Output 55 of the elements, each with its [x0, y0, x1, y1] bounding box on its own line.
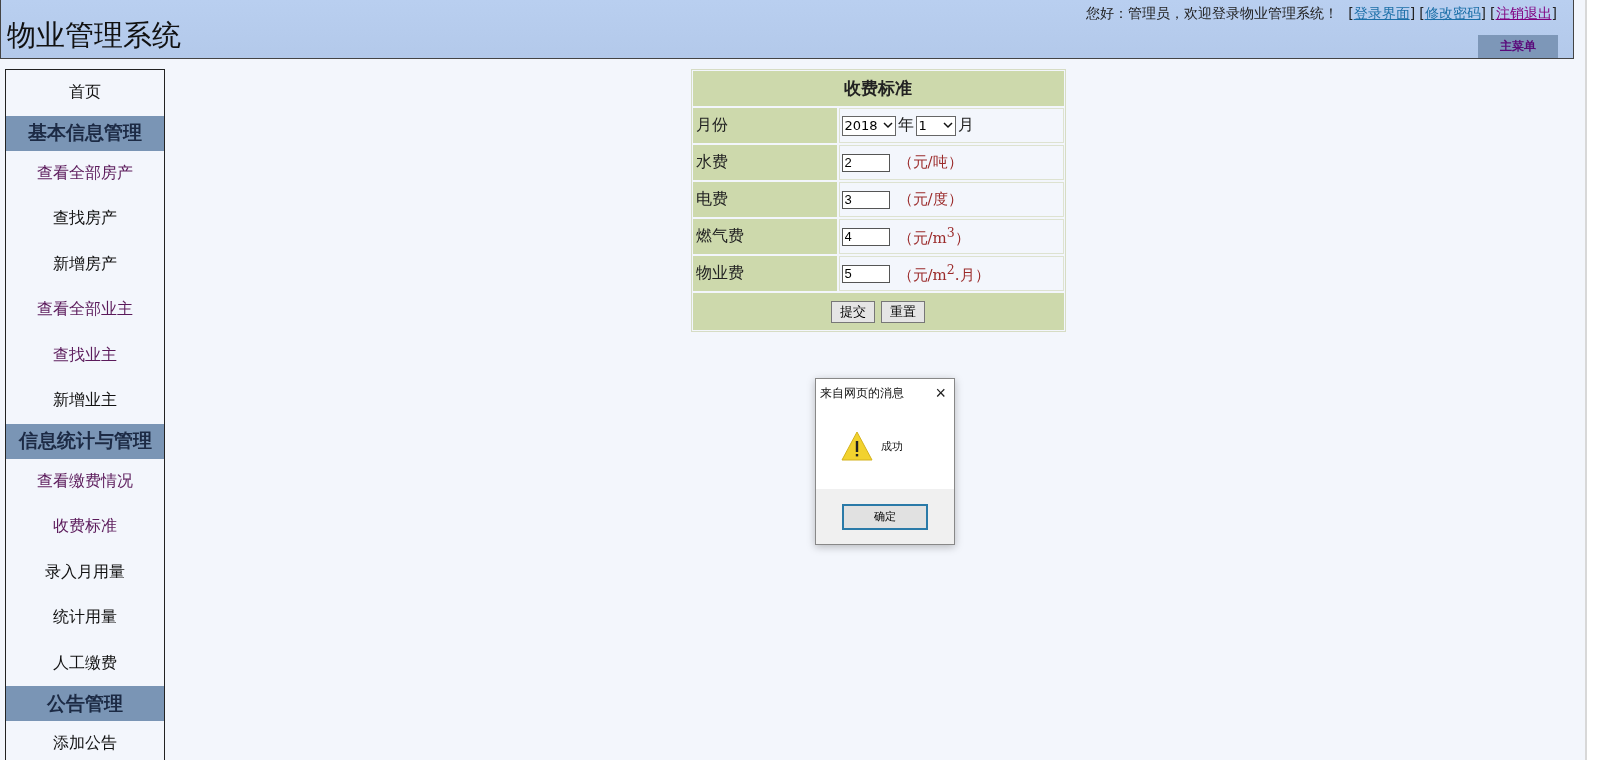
field-label: 月份: [692, 108, 837, 143]
input-field[interactable]: 2: [841, 153, 890, 172]
sidebar-link[interactable]: 录入月用量: [6, 549, 164, 595]
bracket-mark: ]: [1480, 5, 1487, 21]
unit-text: （元/m$^{3}$）: [897, 225, 970, 248]
header-link[interactable]: 修改密码: [1424, 5, 1481, 21]
month-select[interactable]: 1: [915, 115, 956, 136]
unit-text: （元/吨）: [897, 153, 963, 172]
close-button[interactable]: ×: [931, 382, 950, 404]
input-field[interactable]: 3: [841, 190, 890, 209]
sidebar-link[interactable]: 查看全部业主: [6, 287, 164, 333]
bracket-mark: ]: [1409, 5, 1416, 21]
sidebar-link[interactable]: 查找房产: [6, 196, 164, 242]
main-menu-button[interactable]: 主菜单: [1478, 35, 1558, 58]
dialog-message: 成功: [881, 438, 903, 454]
form-button[interactable]: 提交: [831, 300, 875, 323]
app-title: 物业管理系统: [6, 17, 181, 54]
warning-icon: [841, 431, 873, 461]
sidebar-section-header: 信息统计与管理: [6, 423, 164, 459]
form-button[interactable]: 重置: [881, 300, 925, 323]
sidebar-link[interactable]: 人工缴费: [6, 640, 164, 686]
greeting-text: 您好：管理员，欢迎登录物业管理系统！: [1086, 5, 1339, 23]
field-label: 电费: [692, 182, 837, 217]
ok-button[interactable]: 确定: [842, 503, 928, 530]
header-link[interactable]: 注销退出: [1495, 5, 1552, 21]
bracket-mark: [: [1419, 5, 1425, 21]
chevron-down-icon: [942, 122, 953, 129]
year-unit: 年: [897, 115, 914, 136]
sidebar-link[interactable]: 查看全部房产: [6, 150, 164, 196]
sidebar-link[interactable]: 新增业主: [6, 378, 164, 424]
header-link[interactable]: 登录界面: [1353, 5, 1410, 21]
sidebar-link[interactable]: 查看缴费情况: [6, 458, 164, 504]
year-select[interactable]: 2018: [841, 115, 896, 136]
chevron-down-icon: [882, 122, 893, 129]
unit-text: （元/度）: [897, 190, 963, 209]
sidebar-section-header: 基本信息管理: [6, 115, 164, 151]
month-unit: 月: [957, 115, 974, 136]
sidebar-link[interactable]: 新增房产: [6, 241, 164, 287]
field-label: 燃气费: [692, 219, 837, 254]
bracket-mark: ]: [1551, 5, 1557, 21]
unit-text: （元/m$^{2}$.月）: [897, 262, 990, 285]
input-field[interactable]: 5: [841, 264, 890, 283]
bracket-mark: [: [1348, 5, 1354, 21]
sidebar-link[interactable]: 统计用量: [6, 595, 164, 641]
sidebar-link[interactable]: 收费标准: [6, 504, 164, 550]
bracket-mark: [: [1490, 5, 1496, 21]
sidebar-link[interactable]: 添加公告: [6, 721, 164, 760]
sidebar-link[interactable]: 首页: [6, 70, 164, 116]
form-title: 收费标准: [692, 71, 1064, 106]
sidebar-section-header: 公告管理: [6, 686, 164, 721]
field-label: 水费: [692, 145, 837, 180]
sidebar-link[interactable]: 查找业主: [6, 332, 164, 378]
dialog-title: 来自网页的消息: [820, 384, 904, 402]
input-field[interactable]: 4: [841, 227, 890, 246]
field-label: 物业费: [692, 256, 837, 291]
